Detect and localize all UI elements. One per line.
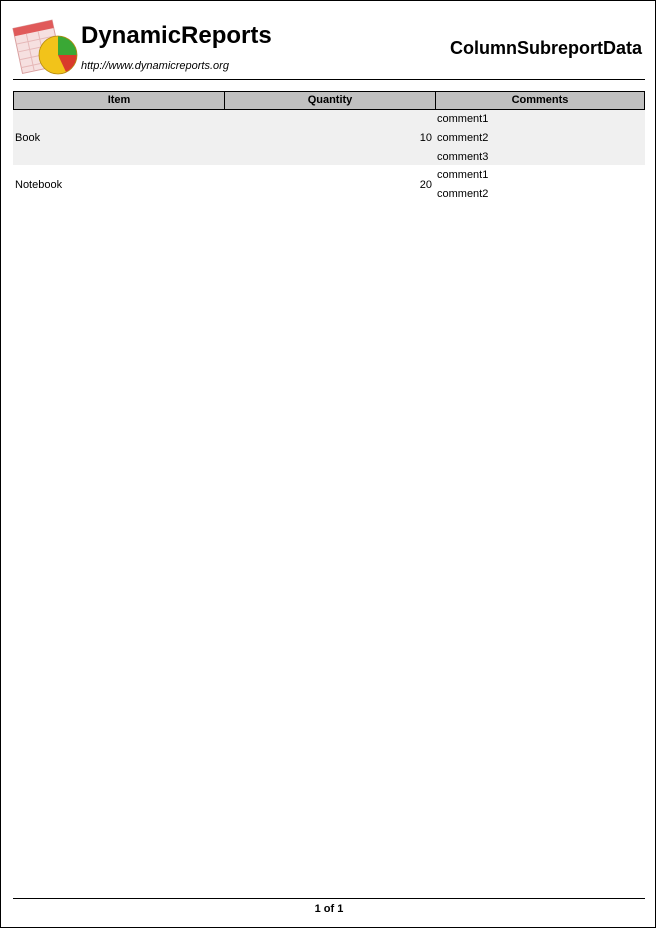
table-header: Item Quantity Comments bbox=[13, 91, 645, 110]
footer-divider bbox=[13, 898, 645, 899]
table-row: Book 10 comment1 comment2 comment3 bbox=[13, 110, 645, 165]
column-header-quantity: Quantity bbox=[224, 92, 435, 109]
dynamicreports-logo-icon bbox=[12, 19, 78, 75]
column-header-item: Item bbox=[107, 94, 131, 106]
brand-url: http://www.dynamicreports.org bbox=[81, 60, 229, 72]
item-cell: Book bbox=[15, 132, 41, 144]
header-divider bbox=[13, 79, 645, 80]
report-page: DynamicReports http://www.dynamicreports… bbox=[0, 0, 656, 928]
table-row: Notebook 20 comment1 comment2 bbox=[13, 167, 645, 203]
comment-cell: comment2 bbox=[437, 132, 489, 144]
brand-name: DynamicReports bbox=[81, 22, 272, 49]
column-header-comments: Comments bbox=[435, 92, 644, 109]
comment-cell: comment1 bbox=[437, 113, 489, 125]
comment-cell: comment2 bbox=[437, 188, 489, 200]
comment-cell: comment1 bbox=[437, 169, 489, 181]
quantity-cell: 10 bbox=[419, 132, 432, 144]
comment-cell: comment3 bbox=[437, 151, 489, 163]
report-title: ColumnSubreportData bbox=[449, 38, 642, 58]
page-number: 1 of 1 bbox=[314, 903, 344, 915]
item-cell: Notebook bbox=[15, 179, 63, 191]
quantity-cell: 20 bbox=[419, 179, 432, 191]
